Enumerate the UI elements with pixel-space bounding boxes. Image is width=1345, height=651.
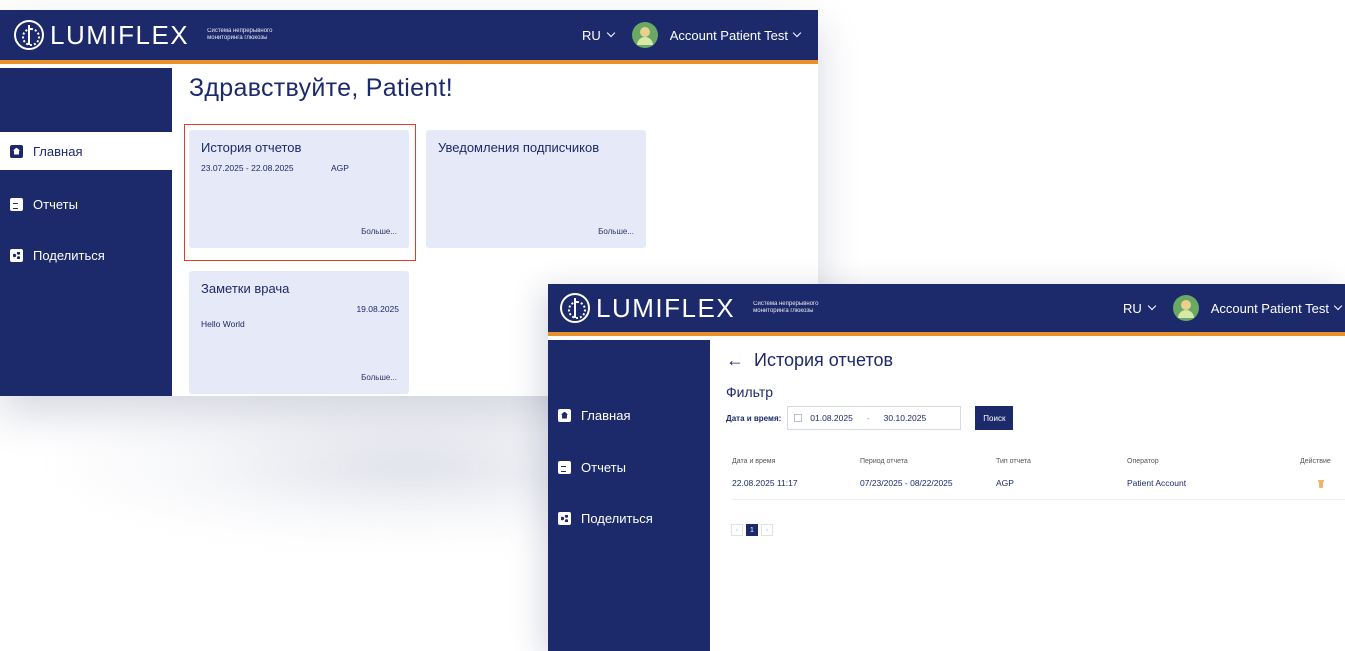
column-header: Период отчета [860, 458, 908, 465]
avatar[interactable] [631, 22, 658, 48]
table-header: Дата и время Период отчета Тип отчета Оп… [732, 458, 1345, 478]
filter-row: Дата и время: 01.08.2025 - 30.10.2025 По… [726, 406, 1014, 430]
sidebar-item-label: Главная [33, 143, 83, 159]
column-header: Дата и время [732, 458, 776, 465]
sidebar-item-reports[interactable]: Отчеты [548, 448, 710, 486]
account-name: Account Patient Test [669, 27, 788, 43]
date-range-input[interactable]: 01.08.2025 - 30.10.2025 [787, 406, 962, 430]
logo-text: LUMIFLEX [50, 19, 190, 50]
sidebar-item-label: Поделиться [33, 247, 105, 263]
top-bar: LUMIFLEX Система непрерывного мониторинг… [548, 284, 1345, 336]
card-title: Уведомления подписчиков [438, 140, 600, 155]
note-text: Hello World [201, 319, 245, 329]
home-icon [10, 144, 23, 158]
sidebar: Главная Отчеты Поделиться [0, 68, 172, 396]
table-row[interactable]: 22.08.2025 11:17 07/23/2025 - 08/22/2025… [732, 478, 1345, 500]
back-arrow-icon[interactable]: ← [726, 350, 744, 371]
header-actions: RU Account Patient Test [582, 22, 818, 48]
column-header: Тип отчета [996, 458, 1031, 465]
page-title: Здравствуйте, Patient! [189, 74, 453, 102]
language-label: RU [1122, 300, 1142, 316]
chevron-down-icon [606, 28, 615, 38]
chevron-down-icon [1333, 301, 1343, 311]
logo-text: LUMIFLEX [596, 292, 736, 323]
sidebar-item-label: Отчеты [581, 459, 626, 475]
account-menu[interactable]: Account Patient Test [1210, 300, 1343, 316]
cell-operator: Patient Account [1127, 478, 1187, 488]
reports-table: Дата и время Период отчета Тип отчета Оп… [732, 458, 1345, 500]
date-from[interactable]: 01.08.2025 [810, 413, 853, 423]
page-title-text: История отчетов [754, 350, 894, 370]
sidebar-item-share[interactable]: Поделиться [0, 236, 172, 274]
sidebar-item-label: Поделиться [581, 510, 653, 526]
account-menu[interactable]: Account Patient Test [669, 27, 802, 43]
page-button[interactable]: 1 [746, 524, 758, 536]
page-title: ← История отчетов [726, 350, 893, 371]
cell-period: 07/23/2025 - 08/22/2025 [860, 478, 953, 488]
language-selector[interactable]: RU [1122, 300, 1156, 316]
column-header: Действие [1300, 458, 1331, 465]
subscriber-notifications-card[interactable]: Уведомления подписчиков Больше... [426, 130, 646, 248]
stage: LUMIFLEX Система непрерывного мониторинг… [0, 0, 1345, 651]
top-bar: LUMIFLEX Система непрерывного мониторинг… [0, 10, 818, 64]
more-link[interactable]: Больше... [361, 373, 397, 382]
search-button[interactable]: Поиск [975, 406, 1014, 430]
date-separator: - [866, 413, 870, 423]
prev-page-button[interactable]: ‹ [731, 524, 743, 536]
language-label: RU [581, 27, 601, 43]
home-icon [558, 408, 571, 422]
sidebar-item-label: Отчеты [33, 196, 78, 212]
cell-datetime: 22.08.2025 11:17 [732, 478, 798, 488]
chevron-down-icon [1147, 301, 1156, 311]
share-icon [558, 511, 571, 525]
next-page-button[interactable]: › [761, 524, 773, 536]
trash-icon[interactable] [1318, 480, 1324, 488]
reports-icon [10, 197, 23, 211]
filter-title: Фильтр [726, 384, 774, 400]
header-actions: RU Account Patient Test [1123, 295, 1345, 321]
date-to[interactable]: 30.10.2025 [884, 413, 927, 423]
note-date: 19.08.2025 [356, 304, 399, 314]
sidebar: Главная Отчеты Поделиться [548, 340, 710, 651]
logo-icon [14, 20, 44, 50]
share-icon [10, 248, 23, 262]
brand-logo[interactable]: LUMIFLEX [14, 20, 189, 51]
chevron-down-icon [792, 28, 802, 38]
tagline: Система непрерывного мониторинга глюкозы [753, 301, 819, 314]
calendar-icon [794, 414, 803, 422]
column-header: Оператор [1127, 458, 1159, 465]
sidebar-item-label: Главная [581, 407, 631, 423]
main-content: ← История отчетов Фильтр Дата и время: 0… [710, 340, 1345, 651]
cell-type: AGP [996, 478, 1014, 488]
brand-logo[interactable]: LUMIFLEX [560, 293, 735, 324]
language-selector[interactable]: RU [581, 27, 615, 43]
doctor-notes-card[interactable]: Заметки врача 19.08.2025 Hello World Бол… [189, 271, 409, 394]
avatar[interactable] [1172, 295, 1199, 321]
report-history-window: LUMIFLEX Система непрерывного мониторинг… [548, 284, 1345, 651]
highlight-box [184, 124, 416, 261]
sidebar-item-home[interactable]: Главная [548, 396, 710, 434]
sidebar-item-share[interactable]: Поделиться [548, 499, 710, 537]
sidebar-item-home[interactable]: Главная [0, 132, 172, 170]
date-filter-label: Дата и время: [726, 413, 782, 423]
reports-icon [558, 460, 571, 474]
pagination: ‹ 1 › [731, 524, 773, 536]
sidebar-item-reports[interactable]: Отчеты [0, 185, 172, 223]
logo-icon [560, 293, 590, 323]
card-title: Заметки врача [201, 281, 290, 296]
account-name: Account Patient Test [1210, 300, 1329, 316]
more-link[interactable]: Больше... [598, 227, 634, 236]
tagline: Система непрерывного мониторинга глюкозы [207, 28, 273, 41]
